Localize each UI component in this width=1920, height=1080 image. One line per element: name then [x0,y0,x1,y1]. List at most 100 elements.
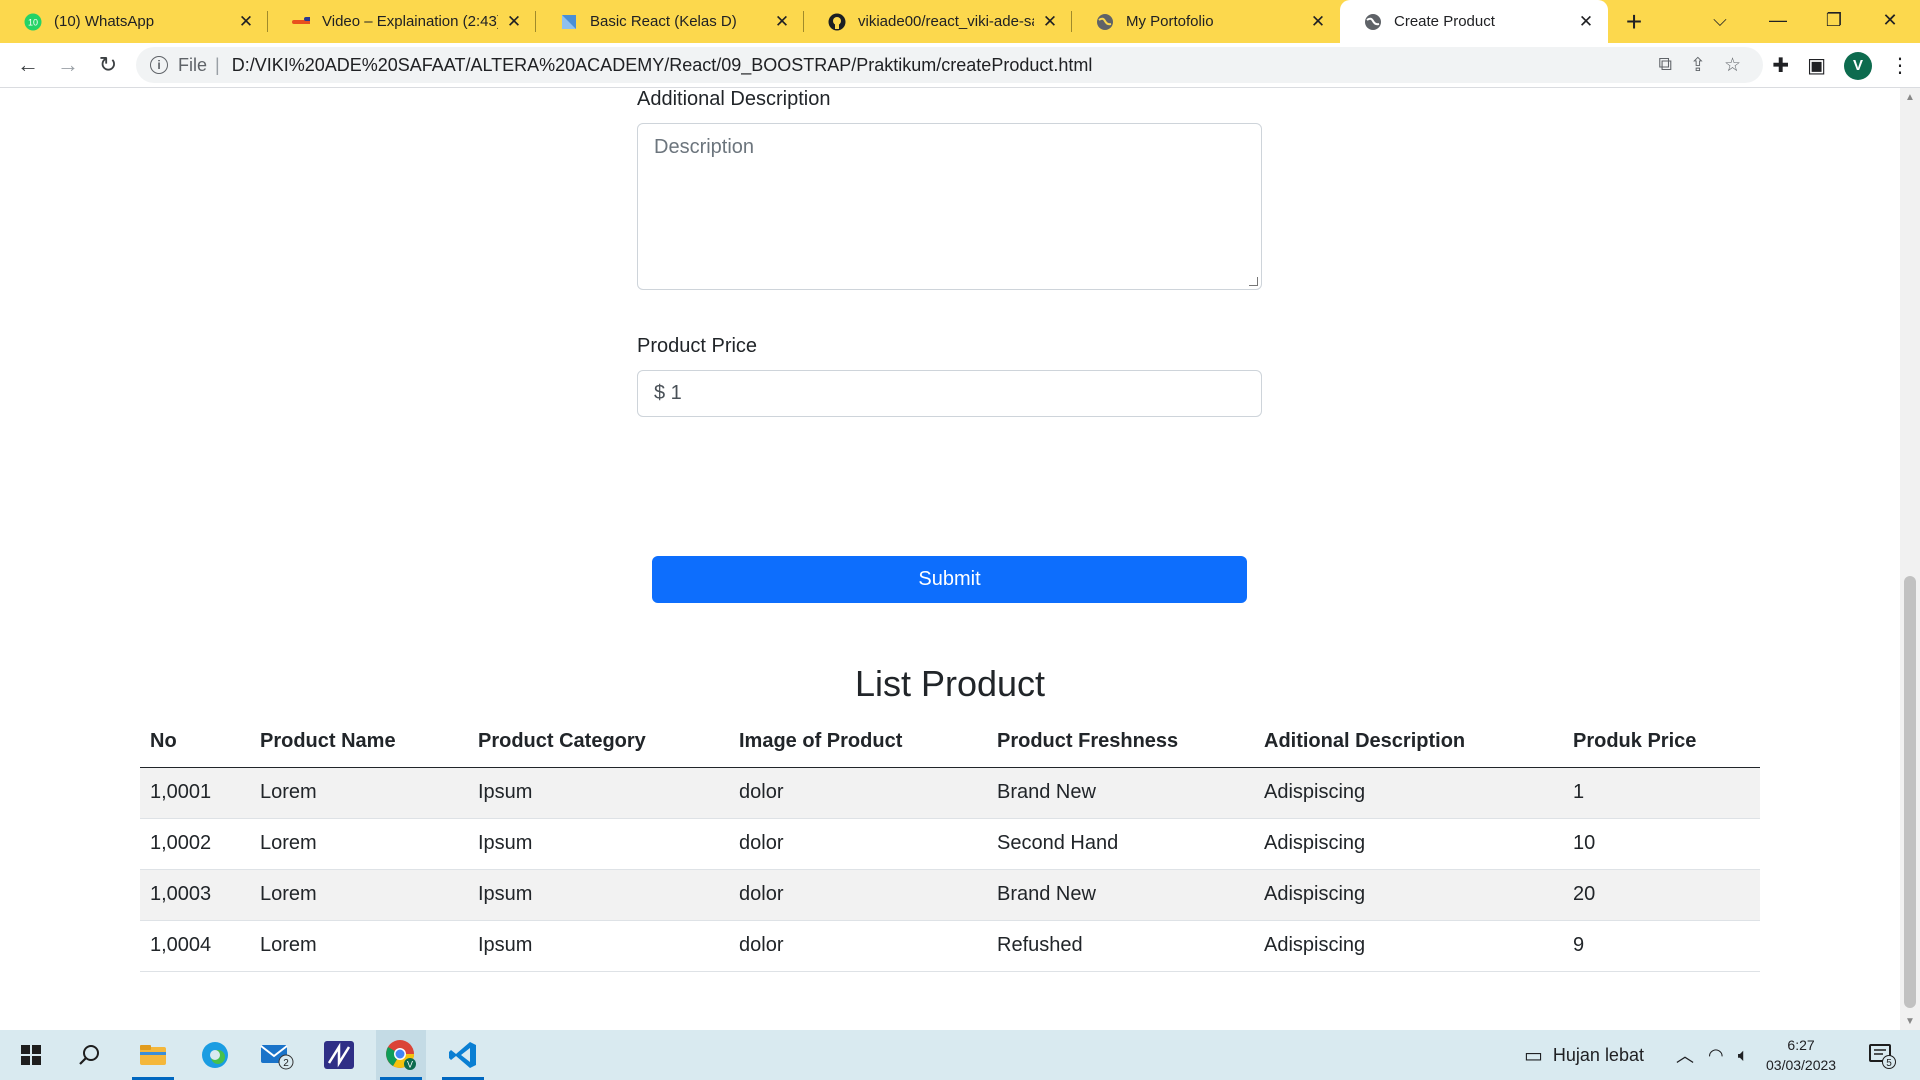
github-icon [828,13,846,31]
column-header: Image of Product [729,716,987,768]
table-cell: Adispiscing [1254,920,1563,972]
alterra-icon [292,13,310,31]
table-cell: Lorem [250,920,468,972]
extensions-icon[interactable]: ✚ [1772,53,1789,78]
scroll-down-icon[interactable]: ▼ [1900,1012,1920,1030]
table-cell: 1,0001 [140,767,250,819]
start-icon[interactable] [6,1030,56,1080]
table-row: 1,0003 Lorem Ipsum dolor Brand New Adisp… [140,869,1760,921]
weather-widget[interactable]: ▭ Hujan lebat [1524,1030,1644,1080]
column-header: Product Freshness [987,716,1254,768]
search-icon[interactable] [64,1030,114,1080]
table-cell: dolor [729,767,987,819]
forward-icon[interactable]: → [48,45,88,85]
tab-title: Create Product [1394,13,1495,30]
tab-search-icon[interactable]: ⌵ [1694,0,1746,40]
scroll-thumb[interactable] [1904,576,1916,1008]
tab-github[interactable]: vikiade00/react_viki-ade-sa ✕ [804,0,1072,43]
table-cell: Lorem [250,818,468,870]
bookmark-star-icon[interactable]: ☆ [1724,54,1741,77]
table-header-row: No Product Name Product Category Image o… [140,716,1760,768]
table-cell: Adispiscing [1254,818,1563,870]
restore-button[interactable]: ❐ [1808,0,1860,40]
close-tab-icon[interactable]: ✕ [1576,12,1596,32]
column-header: Produk Price [1563,716,1760,768]
mail-icon[interactable]: 2 [252,1030,302,1080]
product-table: No Product Name Product Category Image o… [140,716,1760,972]
tab-portfolio[interactable]: My Portofolio ✕ [1072,0,1340,43]
globe-icon [1364,13,1382,31]
table-cell: Ipsum [468,869,729,921]
windows-taskbar: 2 V ▭ Hujan lebat ︿ ◠ 🔈︎ 6:27 03/03/2023… [0,1030,1920,1080]
table-cell: dolor [729,869,987,921]
table-cell: Refushed [987,920,1254,972]
table-cell: 20 [1563,869,1760,921]
file-explorer-icon[interactable] [128,1030,178,1080]
mail-badge: 2 [283,1058,289,1069]
table-cell: Ipsum [468,818,729,870]
tab-basic-react[interactable]: Basic React (Kelas D) ✕ [536,0,804,43]
table-row: 1,0002 Lorem Ipsum dolor Second Hand Adi… [140,818,1760,870]
vscode-icon[interactable] [438,1030,488,1080]
docs-icon [560,13,578,31]
table-cell: 1,0003 [140,869,250,921]
resize-grip-icon[interactable] [1249,277,1258,286]
tab-title: (10) WhatsApp [54,13,155,30]
table-cell: dolor [729,920,987,972]
tab-strip: 10 (10) WhatsApp ✕ Video – Explaination … [0,0,1920,43]
volume-icon[interactable]: 🔈︎ [1738,1045,1749,1066]
scroll-up-icon[interactable]: ▲ [1900,88,1920,106]
price-value: $ 1 [654,382,682,404]
submit-button[interactable]: Submit [652,556,1247,603]
tab-video[interactable]: Video – Explaination (2:43) ✕ [268,0,536,43]
close-tab-icon[interactable]: ✕ [1040,12,1060,32]
table-cell: 1,0002 [140,818,250,870]
page-scrollbar[interactable]: ▲ ▼ [1900,88,1920,1030]
table-cell: Second Hand [987,818,1254,870]
reload-icon[interactable]: ↻ [88,45,128,85]
tab-whatsapp[interactable]: 10 (10) WhatsApp ✕ [0,0,268,43]
close-window-button[interactable]: ✕ [1864,0,1916,40]
table-cell: Lorem [250,869,468,921]
side-panel-icon[interactable]: ▣ [1807,53,1826,78]
table-row: 1,0001 Lorem Ipsum dolor Brand New Adisp… [140,767,1760,819]
menu-kebab-icon[interactable]: ⋮ [1890,53,1910,78]
whatsapp-icon: 10 [24,13,42,31]
notifications-button[interactable]: 5 [1868,1030,1896,1080]
close-tab-icon[interactable]: ✕ [504,12,524,32]
info-icon[interactable]: i [150,56,168,74]
new-tab-button[interactable]: + [1608,0,1660,43]
browser-toolbar: ← → ↻ i File | D:/VIKI%20ADE%20SAFAAT/AL… [0,43,1920,88]
address-bar[interactable]: i File | D:/VIKI%20ADE%20SAFAAT/ALTERA%2… [136,47,1763,83]
globe-icon [1096,13,1114,31]
description-label: Additional Description [637,88,831,110]
chrome-icon[interactable]: V [376,1030,426,1080]
back-icon[interactable]: ← [8,45,48,85]
column-header: No [140,716,250,768]
list-title: List Product [854,663,1046,704]
close-tab-icon[interactable]: ✕ [1308,12,1328,32]
price-label: Product Price [637,335,758,357]
edge-browser-icon[interactable] [190,1030,240,1080]
close-tab-icon[interactable]: ✕ [236,12,256,32]
description-textarea[interactable]: Description [637,123,1262,290]
scheme-label: File [178,54,208,75]
close-tab-icon[interactable]: ✕ [772,12,792,32]
clock-time: 6:27 [1787,1037,1815,1053]
profile-avatar[interactable]: V [1844,51,1872,80]
table-cell: Brand New [987,869,1254,921]
wifi-icon[interactable]: ◠ [1708,1045,1724,1066]
tab-create-product[interactable]: Create Product ✕ [1340,0,1608,43]
table-row: 1,0004 Lorem Ipsum dolor Refushed Adispi… [140,920,1760,972]
clock[interactable]: 6:27 03/03/2023 [1766,1030,1836,1080]
table-cell: 9 [1563,920,1760,972]
minimize-button[interactable]: — [1752,0,1804,40]
vscode-alt-icon[interactable] [314,1030,364,1080]
notifications-badge: 5 [1886,1058,1892,1069]
table-cell: 1,0004 [140,920,250,972]
share-icon[interactable]: ⇪ [1690,54,1706,77]
tray-overflow-icon[interactable]: ︿ [1676,1042,1694,1068]
translate-icon[interactable]: ⧉ [1658,54,1672,76]
price-input[interactable]: $ 1 [637,370,1262,417]
table-cell: Adispiscing [1254,767,1563,819]
